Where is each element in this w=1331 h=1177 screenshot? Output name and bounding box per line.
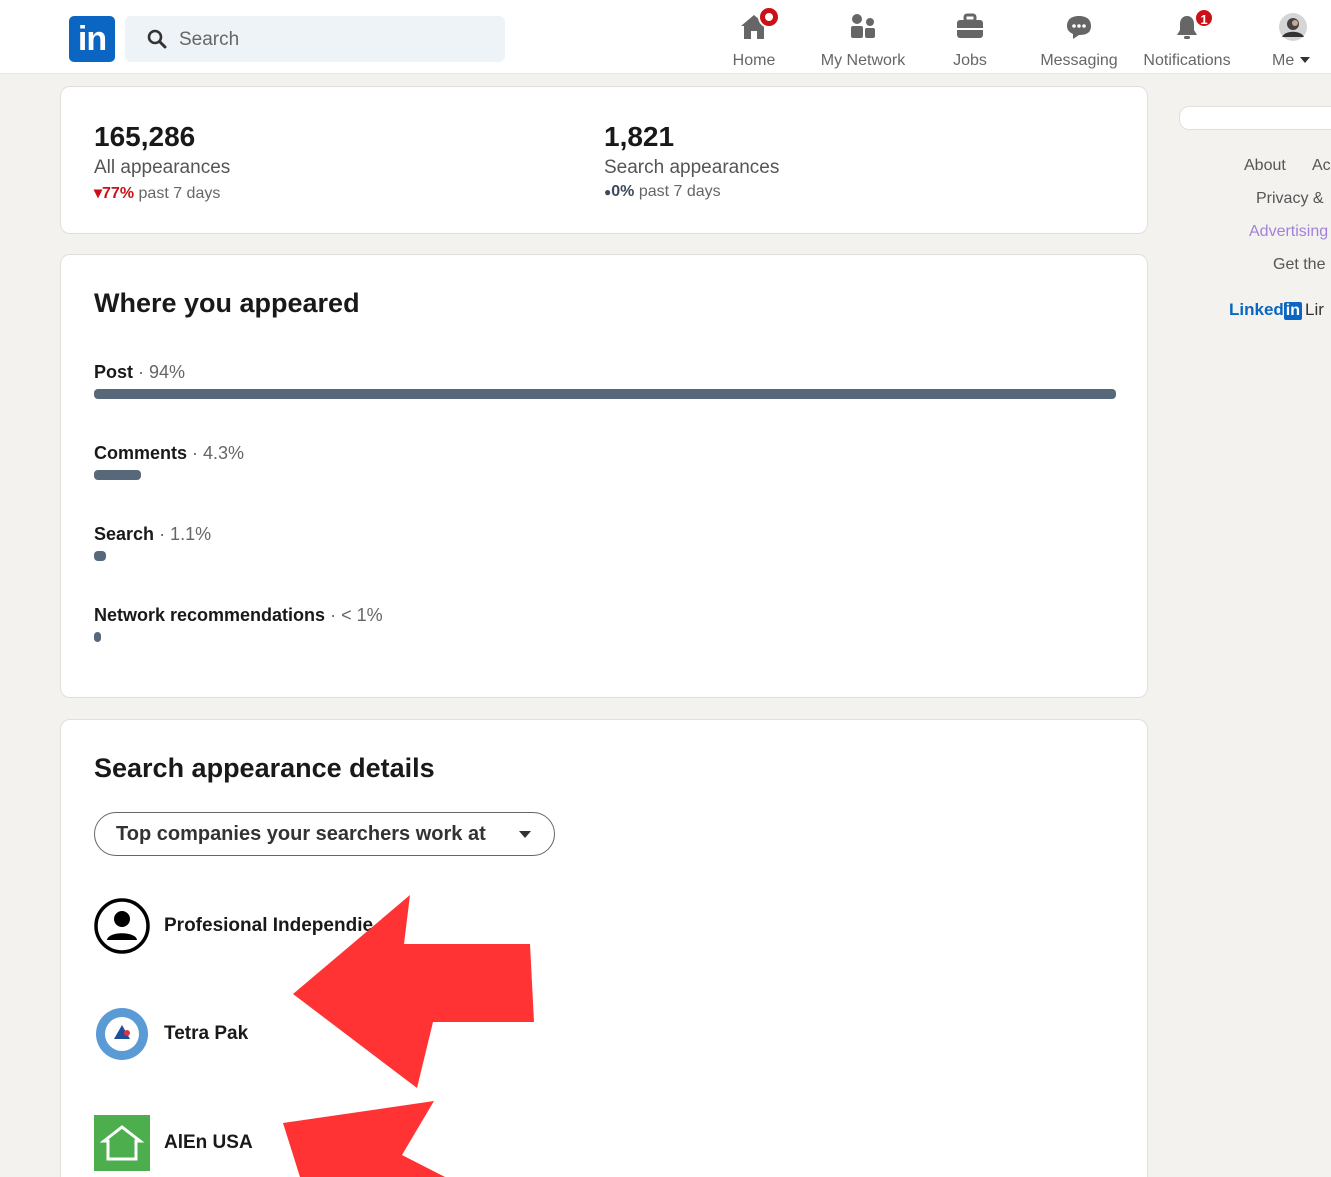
- bar-label: Comments · 4.3%: [94, 443, 244, 464]
- all-appearances-label: All appearances: [94, 157, 231, 178]
- company-item[interactable]: AlEn USA: [94, 1115, 694, 1175]
- bar-name: Search: [94, 524, 155, 544]
- linkedin-footer-brand: Linked in Lir: [1229, 300, 1324, 320]
- avatar: [1279, 13, 1307, 41]
- nav-jobs[interactable]: Jobs: [940, 6, 1000, 69]
- footer-link-get-the-app[interactable]: Get the: [1273, 256, 1325, 274]
- brand-text: Linked: [1229, 300, 1284, 319]
- bar-value: · 94%: [138, 362, 186, 382]
- nav-home-label: Home: [732, 52, 776, 69]
- bar-value: · 4.3%: [192, 443, 245, 463]
- search-placeholder: Search: [179, 29, 240, 50]
- nav-my-network-label: My Network: [820, 52, 906, 69]
- all-trend-value: 77%: [102, 185, 135, 202]
- messaging-icon: [1067, 16, 1091, 39]
- bar-track: [94, 389, 1116, 399]
- bar-fill: [94, 389, 1116, 399]
- bar-track: [94, 632, 1116, 642]
- search-details-card: Search appearance details Top companies …: [60, 719, 1148, 1177]
- footer-link-accessibility[interactable]: Ac: [1312, 157, 1331, 175]
- all-appearances-value: 165,286: [94, 121, 196, 152]
- nav-me-label: Me: [1272, 52, 1322, 70]
- bar-label: Network recommendations · < 1%: [94, 605, 383, 626]
- caret-down-icon: [519, 831, 531, 838]
- bar-fill: [94, 551, 106, 561]
- all-trend-suffix: past 7 days: [138, 185, 221, 202]
- chevron-down-icon: [1299, 57, 1310, 63]
- nav-notifications-label: Notifications: [1143, 52, 1231, 69]
- bar-name: Comments: [94, 443, 188, 463]
- right-rail-card: [1179, 106, 1331, 130]
- dropdown-label: Top companies your searchers work at: [116, 823, 486, 845]
- search-appearances-value: 1,821: [604, 121, 675, 152]
- search-trend-suffix: past 7 days: [638, 183, 721, 200]
- bar-row-post: Post · 94%: [94, 362, 1116, 414]
- bar-row-network-recommendations: Network recommendations · < 1%: [94, 605, 1116, 657]
- home-notification-dot: [758, 6, 780, 28]
- company-name: Tetra Pak: [164, 1023, 249, 1044]
- alen-usa-logo: [94, 1115, 150, 1171]
- company-item[interactable]: Profesional Independie: [94, 898, 694, 958]
- nav-home[interactable]: Home: [724, 6, 784, 69]
- nav-notifications[interactable]: 1 Notifications: [1136, 6, 1238, 69]
- stats-card: 165,286 All appearances ▾77% past 7 days…: [60, 86, 1148, 234]
- where-appeared-title: Where you appeared: [94, 288, 360, 318]
- company-name: AlEn USA: [164, 1132, 253, 1153]
- nav-messaging-label: Messaging: [1040, 52, 1118, 69]
- me-label: Me: [1272, 52, 1295, 69]
- search-input[interactable]: Search: [125, 16, 505, 62]
- bar-value: · < 1%: [330, 605, 383, 625]
- search-details-title: Search appearance details: [94, 753, 435, 783]
- nav-messaging[interactable]: Messaging: [1034, 6, 1124, 69]
- footer-link-about[interactable]: About: [1244, 157, 1286, 175]
- bar-fill: [94, 632, 101, 642]
- search-trend-value: 0%: [611, 183, 635, 200]
- company-item[interactable]: Tetra Pak: [94, 1006, 694, 1066]
- companies-dropdown[interactable]: Top companies your searchers work at: [94, 812, 555, 856]
- footer-link-privacy[interactable]: Privacy &: [1256, 190, 1324, 208]
- footer-link-advertising[interactable]: Advertising: [1249, 223, 1328, 241]
- search-icon: [147, 29, 167, 49]
- nav-jobs-label: Jobs: [953, 52, 987, 69]
- person-placeholder-icon: [94, 898, 150, 954]
- bar-label: Post · 94%: [94, 362, 185, 383]
- company-name: Profesional Independie: [164, 915, 374, 936]
- bar-track: [94, 551, 1116, 561]
- bar-row-comments: Comments · 4.3%: [94, 443, 1116, 495]
- jobs-icon: [957, 13, 983, 38]
- bar-label: Search · 1.1%: [94, 524, 211, 545]
- tetra-pak-logo: [96, 1008, 148, 1060]
- trend-down-icon: ▾: [94, 185, 103, 202]
- linkedin-logo[interactable]: in: [69, 16, 115, 62]
- bar-fill: [94, 470, 141, 480]
- bar-name: Post: [94, 362, 134, 382]
- my-network-icon: [851, 14, 875, 38]
- notifications-badge: 1: [1194, 8, 1214, 28]
- bar-track: [94, 470, 1116, 480]
- search-appearances-label: Search appearances: [604, 157, 780, 178]
- bar-name: Network recommendations: [94, 605, 326, 625]
- search-appearances-trend: ●0% past 7 days: [604, 183, 721, 201]
- where-appeared-card: Where you appeared Post · 94% Comments ·…: [60, 254, 1148, 698]
- brand-after-text: Lir: [1305, 300, 1324, 319]
- nav-my-network[interactable]: My Network: [814, 6, 912, 69]
- brand-in-box: in: [1283, 302, 1303, 320]
- bar-value: · 1.1%: [159, 524, 212, 544]
- all-appearances-trend: ▾77% past 7 days: [94, 183, 220, 203]
- bar-row-search: Search · 1.1%: [94, 524, 1116, 576]
- nav-me[interactable]: Me: [1268, 6, 1318, 69]
- top-navigation: in Search Home My Network Jobs Messaging…: [0, 0, 1331, 74]
